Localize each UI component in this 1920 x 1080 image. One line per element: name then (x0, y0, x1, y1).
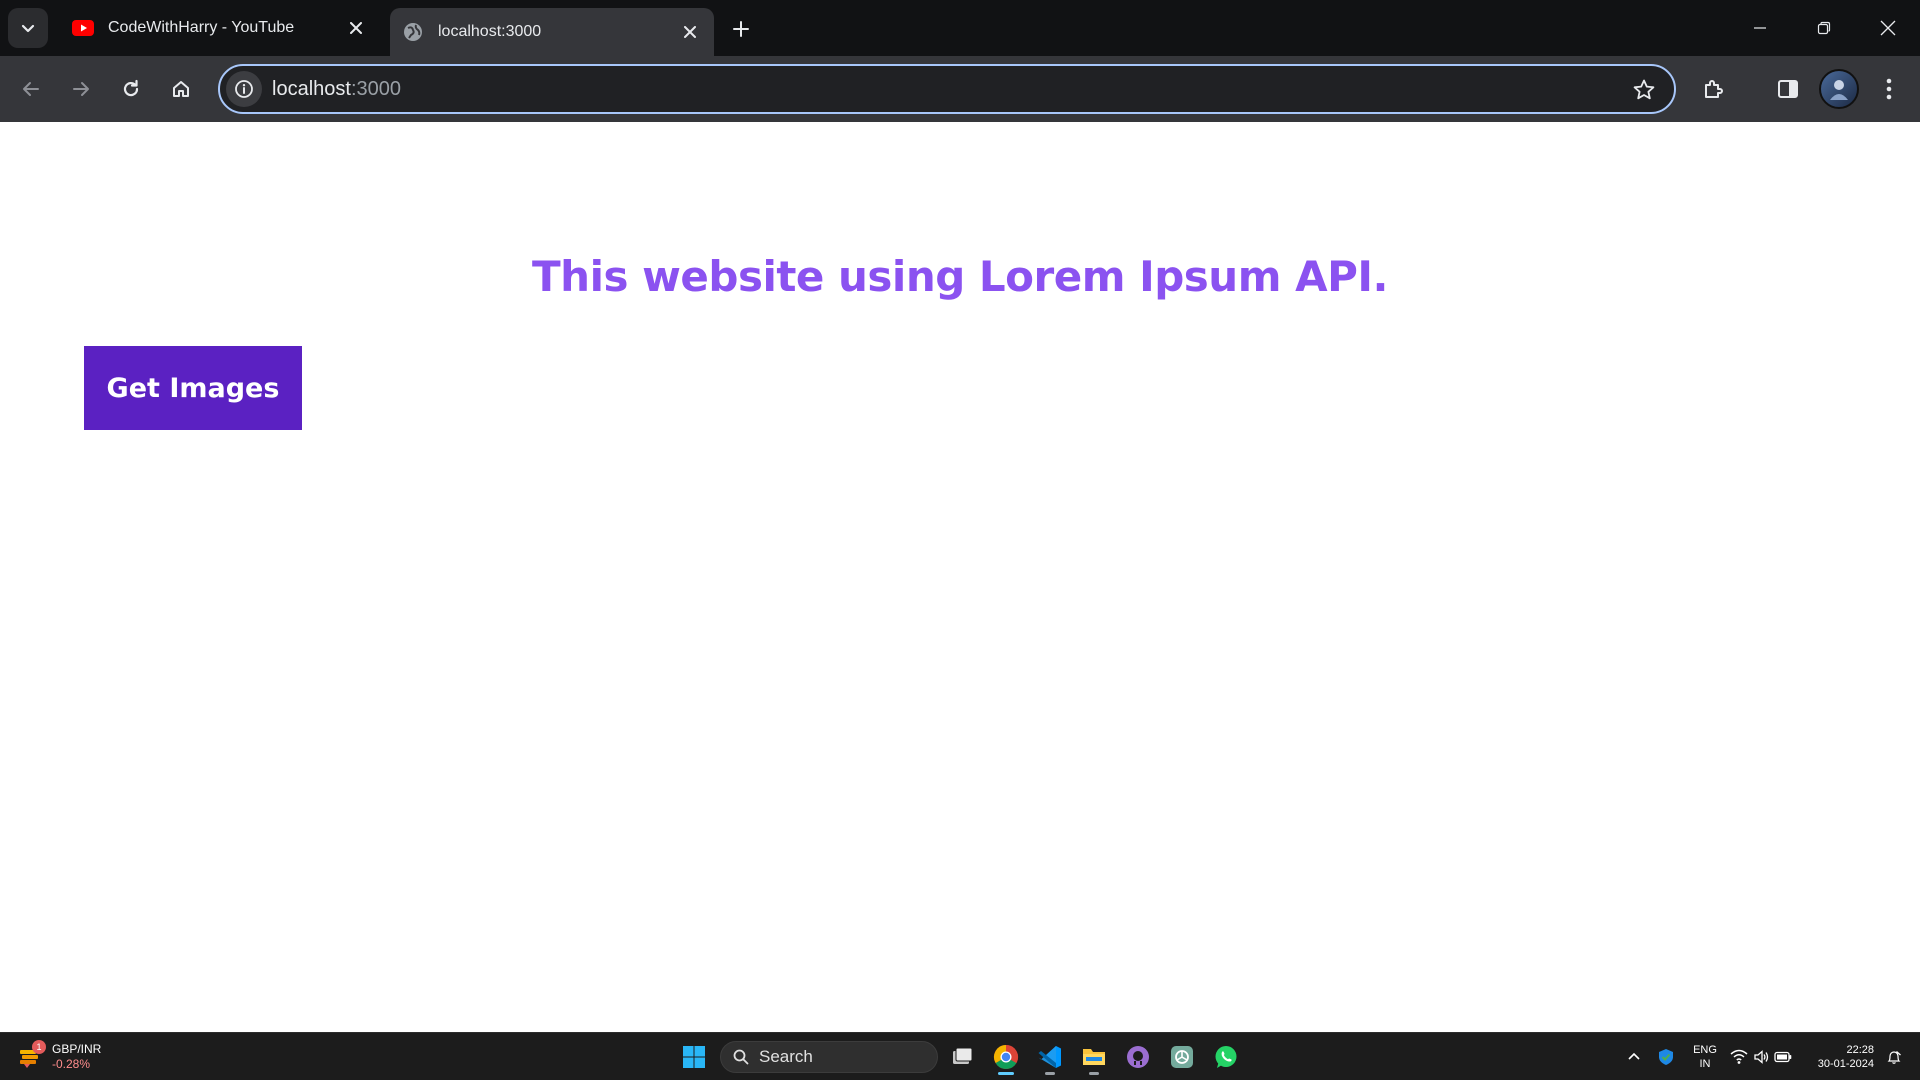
system-clock[interactable]: 22:28 30-01-2024 (1808, 1043, 1874, 1071)
chatgpt-icon (1171, 1046, 1193, 1068)
clock-time: 22:28 (1846, 1044, 1874, 1056)
address-bar[interactable]: localhost:3000 (218, 64, 1676, 114)
browser-toolbar: localhost:3000 (0, 56, 1920, 122)
task-view-icon (953, 1047, 973, 1064)
search-icon (733, 1049, 749, 1065)
task-view-button[interactable] (944, 1039, 980, 1075)
language-code: ENG (1693, 1044, 1717, 1056)
tab-title: CodeWithHarry - YouTube (108, 19, 295, 36)
close-icon (1880, 20, 1896, 36)
start-button[interactable] (676, 1039, 712, 1075)
notification-badge: 1 (32, 1040, 46, 1054)
quick-settings-button[interactable] (1726, 1039, 1796, 1075)
running-indicator (1045, 1072, 1055, 1075)
tab-localhost[interactable]: localhost:3000 (390, 8, 714, 56)
side-panel-icon (1778, 80, 1798, 98)
window-close-button[interactable] (1856, 0, 1920, 56)
volume-icon (1754, 1050, 1769, 1064)
battery-icon (1774, 1051, 1792, 1063)
side-panel-button[interactable] (1768, 69, 1808, 109)
wifi-icon (1730, 1049, 1748, 1064)
search-label: Search (759, 1047, 813, 1066)
windows-taskbar: 1 GBP/INR -0.28% Search ENG IN 22:28 30-… (0, 1032, 1920, 1080)
chevron-up-icon (1628, 1052, 1640, 1060)
tab-youtube[interactable]: CodeWithHarry - YouTube (60, 8, 380, 48)
input-language-indicator[interactable]: ENG IN (1690, 1043, 1720, 1071)
page-heading: This website using Lorem Ipsum API. (532, 252, 1388, 301)
globe-icon (402, 21, 424, 43)
folder-icon (1083, 1049, 1105, 1065)
clock-date: 30-01-2024 (1817, 1058, 1874, 1070)
browser-tab-strip: CodeWithHarry - YouTube localhost:3000 (0, 0, 1920, 56)
show-hidden-icons-button[interactable] (1616, 1039, 1652, 1075)
whatsapp-taskbar-button[interactable] (1208, 1039, 1244, 1075)
puzzle-icon (1705, 80, 1723, 98)
chrome-taskbar-button[interactable] (988, 1039, 1024, 1075)
more-vertical-icon (1886, 78, 1892, 100)
arrow-left-icon (23, 82, 39, 96)
notifications-button[interactable] (1876, 1039, 1912, 1075)
url-port: :3000 (350, 77, 401, 100)
back-button[interactable] (11, 69, 51, 109)
avatar-icon (1830, 80, 1848, 100)
currency-icon: 1 (18, 1040, 46, 1070)
active-indicator (998, 1072, 1014, 1075)
menu-button[interactable] (1869, 69, 1909, 109)
extensions-button[interactable] (1694, 69, 1734, 109)
new-tab-button[interactable] (724, 12, 758, 46)
get-images-button[interactable]: Get Images (84, 346, 302, 430)
youtube-icon (72, 17, 94, 39)
tab-title: localhost:3000 (438, 23, 542, 40)
reload-icon (123, 79, 139, 97)
address-url[interactable]: localhost:3000 (272, 78, 401, 101)
tab-close-button[interactable] (678, 20, 702, 44)
close-icon (684, 26, 696, 38)
github-desktop-taskbar-button[interactable] (1120, 1039, 1156, 1075)
bell-icon (1887, 1051, 1901, 1064)
home-icon (173, 81, 189, 97)
tab-close-button[interactable] (344, 16, 368, 40)
minimize-icon (1754, 27, 1766, 29)
url-host: localhost (272, 77, 351, 100)
site-info-icon[interactable] (226, 71, 262, 107)
defender-tray-button[interactable] (1648, 1039, 1684, 1075)
web-page: This website using Lorem Ipsum API. Get … (0, 122, 1920, 1032)
shield-icon (1659, 1049, 1673, 1065)
windows-icon (683, 1046, 705, 1068)
reload-button[interactable] (111, 69, 151, 109)
tab-search-button[interactable] (8, 8, 48, 48)
chatgpt-taskbar-button[interactable] (1164, 1039, 1200, 1075)
widget-change: -0.28% (52, 1057, 91, 1071)
region-code: IN (1699, 1058, 1711, 1070)
github-icon (1127, 1046, 1149, 1068)
taskbar-search[interactable]: Search (720, 1041, 938, 1073)
bookmark-star-icon[interactable] (1630, 76, 1658, 104)
minimize-button[interactable] (1728, 0, 1792, 56)
restore-button[interactable] (1792, 0, 1856, 56)
file-explorer-taskbar-button[interactable] (1076, 1039, 1112, 1075)
restore-icon (1817, 21, 1831, 35)
whatsapp-icon (1215, 1046, 1237, 1068)
chevron-down-icon (21, 24, 35, 33)
running-indicator (1089, 1072, 1099, 1075)
chrome-icon (993, 1045, 1019, 1070)
vscode-icon (1038, 1046, 1061, 1068)
vscode-taskbar-button[interactable] (1032, 1039, 1068, 1075)
forward-button[interactable] (61, 69, 101, 109)
home-button[interactable] (161, 69, 201, 109)
plus-icon (733, 21, 749, 37)
widget-title: GBP/INR (52, 1042, 102, 1056)
currency-widget[interactable]: 1 GBP/INR -0.28% (18, 1039, 101, 1075)
arrow-right-icon (73, 82, 89, 96)
profile-avatar[interactable] (1819, 69, 1859, 109)
close-icon (350, 22, 362, 34)
